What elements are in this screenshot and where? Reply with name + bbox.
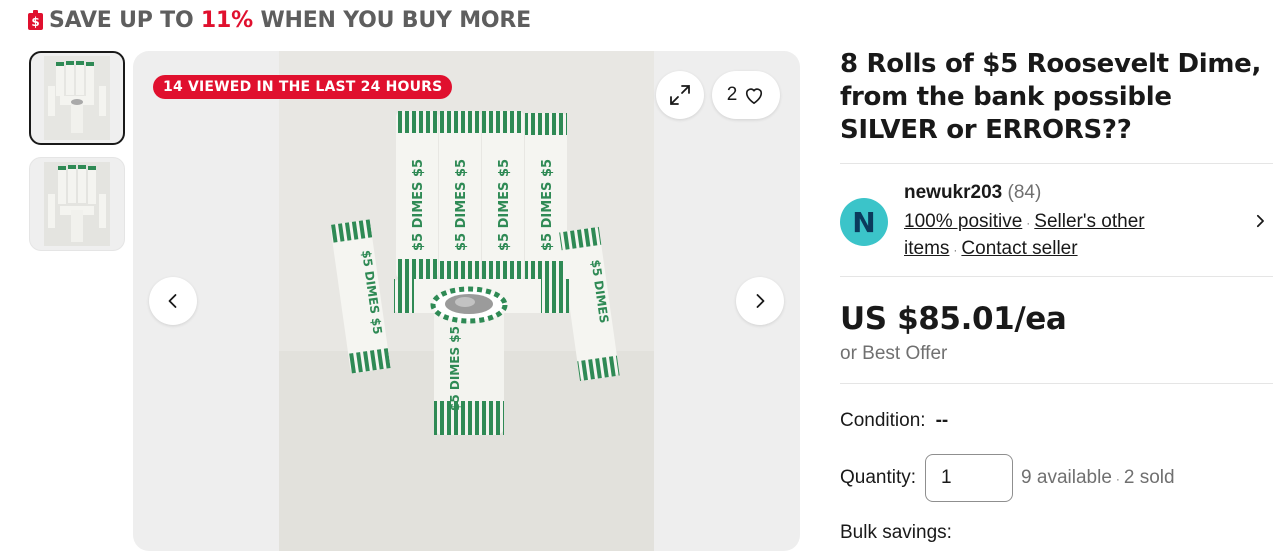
viewed-badge: 14 VIEWED IN THE LAST 24 HOURS	[153, 75, 453, 99]
availability-text: 9 available · 2 sold	[1021, 467, 1175, 489]
expand-button[interactable]	[656, 71, 704, 119]
divider	[840, 276, 1273, 277]
promo-suffix: WHEN YOU BUY MORE	[260, 7, 531, 33]
seller-name[interactable]: newukr203	[904, 182, 1002, 203]
image-gallery: $5 DIMES $5 $5 DIMES $5 $5 DIMES $5 $5 D…	[133, 51, 800, 551]
svg-text:$5 DIMES $5: $5 DIMES $5	[448, 326, 462, 411]
seller-links: 100% positive · Seller's other items · Conta…	[904, 209, 1224, 263]
tag-icon: $	[28, 10, 43, 30]
listing-details: 8 Rolls of $5 Roosevelt Dime, from the b…	[840, 48, 1273, 544]
watch-button[interactable]: 2	[712, 71, 780, 119]
quantity-label: Quantity:	[840, 467, 917, 488]
promo-prefix: SAVE UP TO	[49, 7, 194, 33]
contact-seller-link[interactable]: Contact seller	[961, 238, 1077, 259]
thumbnail-2[interactable]	[29, 157, 125, 251]
condition-row: Condition: --	[840, 410, 1273, 432]
chevron-right-icon[interactable]	[1253, 214, 1267, 228]
svg-text:$5 DIMES $5: $5 DIMES $5	[497, 159, 512, 251]
heart-icon	[746, 88, 763, 105]
svg-text:$: $	[31, 15, 39, 29]
expand-icon	[670, 85, 690, 105]
available-count: 9 available	[1021, 467, 1112, 488]
separator-dot: ·	[1026, 216, 1031, 230]
separator-dot: ·	[1115, 472, 1120, 486]
promo-text: SAVE UP TO 11% WHEN YOU BUY MORE	[49, 8, 531, 33]
next-image-button[interactable]	[736, 277, 784, 325]
svg-text:$5 DIMES $5: $5 DIMES $5	[411, 159, 426, 251]
previous-image-button[interactable]	[149, 277, 197, 325]
promo-percent: 11%	[200, 7, 253, 33]
seller-avatar: N	[840, 198, 888, 246]
divider	[840, 383, 1273, 384]
seller-feedback-count: (84)	[1007, 182, 1042, 203]
product-photo: $5 DIMES $5 $5 DIMES $5 $5 DIMES $5 $5 D…	[279, 51, 654, 551]
thumbnail-image	[44, 56, 110, 140]
sold-count: 2 sold	[1123, 467, 1175, 488]
bulk-savings-label: Bulk savings:	[840, 522, 952, 543]
svg-text:$5 DIMES $5: $5 DIMES $5	[540, 159, 555, 251]
chevron-left-icon	[168, 294, 177, 308]
separator-dot: ·	[953, 243, 958, 257]
item-price: US $85.01/ea	[840, 301, 1067, 337]
seller-name-line: newukr203 (84)	[904, 182, 1041, 204]
thumbnail-list	[29, 51, 126, 263]
best-offer-text: or Best Offer	[840, 343, 948, 364]
thumbnail-image	[44, 162, 110, 246]
svg-text:$5 DIMES $5: $5 DIMES $5	[454, 159, 469, 251]
thumbnail-1[interactable]	[29, 51, 125, 145]
quantity-input[interactable]	[925, 454, 1014, 502]
main-product-image[interactable]: $5 DIMES $5 $5 DIMES $5 $5 DIMES $5 $5 D…	[279, 51, 654, 551]
promo-banner: $ SAVE UP TO 11% WHEN YOU BUY MORE	[28, 6, 531, 34]
condition-value: --	[935, 410, 949, 431]
condition-label: Condition:	[840, 410, 926, 431]
item-title: 8 Rolls of $5 Roosevelt Dime, from the b…	[840, 49, 1262, 145]
quantity-row: Quantity: 9 available·2 sold	[840, 454, 1273, 502]
seller-card: N newukr203 (84) 100% positive · Seller's …	[840, 164, 1273, 276]
seller-positive-link[interactable]: 100% positive	[904, 211, 1022, 232]
chevron-right-icon	[756, 294, 765, 308]
watch-count: 2	[726, 84, 738, 105]
